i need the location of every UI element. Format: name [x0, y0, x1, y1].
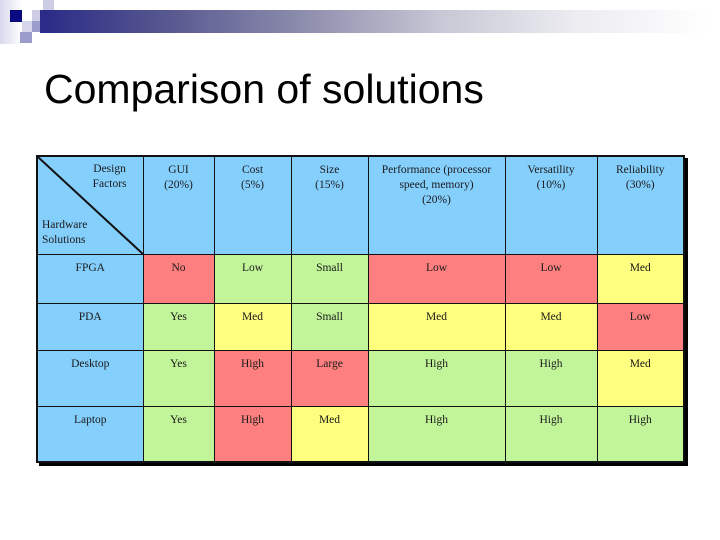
- column-header-cost: Cost (5%): [213, 155, 292, 255]
- column-header-reliability: Reliability (30%): [596, 155, 685, 255]
- cell-cost: High: [213, 405, 292, 463]
- comparison-table: Design Factors Hardware Solutions GUI (2…: [36, 155, 685, 463]
- column-header-performance: Performance (processor speed, memory) (2…: [367, 155, 506, 255]
- decor-square: [43, 0, 54, 10]
- column-header-versatility: Versatility (10%): [504, 155, 598, 255]
- cell-cost: High: [213, 349, 292, 407]
- cell-versatility: High: [504, 349, 598, 407]
- cell-size: Small: [290, 253, 369, 304]
- column-header-size: Size (15%): [290, 155, 369, 255]
- cell-cost: Low: [213, 253, 292, 304]
- table-row-fpga: FPGA No Low Small Low Low Med: [36, 253, 685, 304]
- slide-title: Comparison of solutions: [44, 66, 484, 112]
- cell-reliability: Med: [596, 349, 685, 407]
- cell-gui: Yes: [142, 405, 215, 463]
- design-factors-label: Design Factors: [92, 163, 127, 190]
- cell-versatility: Med: [504, 302, 598, 351]
- column-header-gui: GUI (20%): [142, 155, 215, 255]
- title-gradient-bar: [40, 10, 710, 33]
- cell-reliability: Med: [596, 253, 685, 304]
- row-label: PDA: [36, 302, 144, 351]
- corner-header-cell: Design Factors Hardware Solutions: [36, 155, 144, 255]
- cell-versatility: High: [504, 405, 598, 463]
- header-row: Design Factors Hardware Solutions GUI (2…: [36, 155, 685, 255]
- cell-reliability: High: [596, 405, 685, 463]
- comparison-table-wrapper: Design Factors Hardware Solutions GUI (2…: [36, 155, 685, 463]
- cell-gui: No: [142, 253, 215, 304]
- cell-size: Small: [290, 302, 369, 351]
- decor-square: [0, 0, 22, 44]
- table-row-pda: PDA Yes Med Small Med Med Low: [36, 302, 685, 351]
- cell-gui: Yes: [142, 302, 215, 351]
- cell-gui: Yes: [142, 349, 215, 407]
- cell-performance: Low: [367, 253, 506, 304]
- hardware-solutions-label: Hardware Solutions: [42, 218, 88, 246]
- cell-performance: High: [367, 349, 506, 407]
- cell-versatility: Low: [504, 253, 598, 304]
- cell-size: Large: [290, 349, 369, 407]
- cell-performance: Med: [367, 302, 506, 351]
- decor-square: [20, 32, 32, 43]
- table-row-laptop: Laptop Yes High Med High High High: [36, 405, 685, 463]
- cell-performance: High: [367, 405, 506, 463]
- cell-size: Med: [290, 405, 369, 463]
- row-label: Desktop: [36, 349, 144, 407]
- row-label: FPGA: [36, 253, 144, 304]
- cell-reliability: Low: [596, 302, 685, 351]
- cell-cost: Med: [213, 302, 292, 351]
- row-label: Laptop: [36, 405, 144, 463]
- decor-square: [10, 10, 22, 22]
- table-row-desktop: Desktop Yes High Large High High Med: [36, 349, 685, 407]
